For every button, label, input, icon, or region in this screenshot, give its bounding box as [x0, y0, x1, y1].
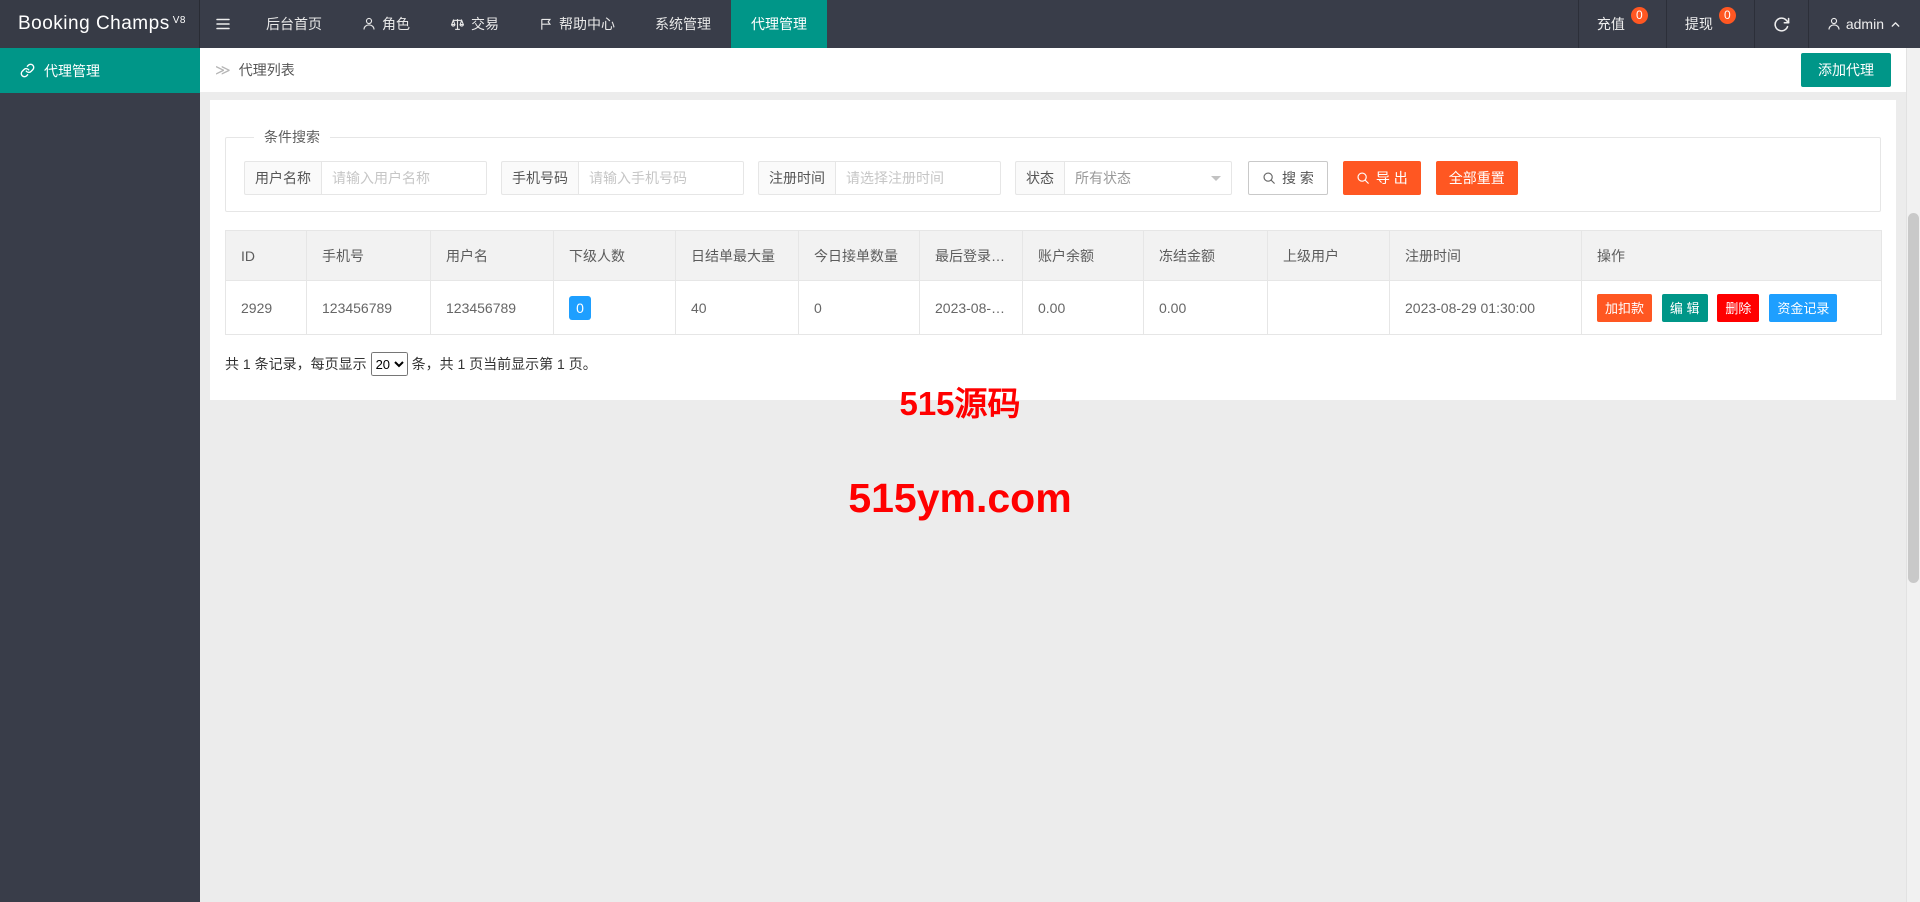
- delete-button[interactable]: 删除: [1717, 293, 1760, 322]
- phone-label: 手机号码: [501, 161, 578, 195]
- search-panel: 条件搜索 用户名称 手机号码 注册时间 状态 所有状态: [225, 127, 1881, 212]
- register-time-label: 注册时间: [758, 161, 835, 195]
- export-button[interactable]: 导 出: [1342, 161, 1421, 195]
- cell-balance: 0.00: [1022, 280, 1144, 335]
- col-header-subordinates: 下级人数: [553, 230, 676, 281]
- username-input[interactable]: [321, 161, 487, 195]
- breadcrumb-current: 代理列表: [238, 62, 295, 78]
- nav-item-roles[interactable]: 角色: [342, 0, 430, 48]
- main-content: ≫ 代理列表 添加代理 条件搜索 用户名称 手机号码 注册时间: [200, 48, 1906, 902]
- col-header-last-login: 最后登录时...: [919, 230, 1023, 281]
- user-icon: [362, 17, 376, 31]
- username-input-group: 用户名称: [244, 161, 487, 195]
- register-time-input-group: 注册时间: [758, 161, 1001, 195]
- cell-daily-order-max: 40: [675, 280, 799, 335]
- cell-username: 123456789: [430, 280, 554, 335]
- cell-today-orders: 0: [798, 280, 920, 335]
- adjust-funds-button[interactable]: 加扣款: [1597, 293, 1653, 322]
- nav-item-system-management[interactable]: 系统管理: [635, 0, 731, 48]
- refresh-button[interactable]: [1753, 0, 1808, 48]
- status-label: 状态: [1015, 161, 1064, 195]
- col-header-daily-order-max: 日结单最大量: [675, 230, 799, 281]
- select-caret-icon: [1211, 176, 1221, 186]
- scales-icon: [450, 17, 465, 32]
- search-icon: [1262, 171, 1276, 185]
- cell-actions: 加扣款 编 辑 删除 资金记录: [1581, 280, 1882, 335]
- status-select[interactable]: 所有状态: [1064, 161, 1232, 195]
- table-header-row: ID 手机号 用户名 下级人数 日结单最大量 今日接单数量 最后登录时... 账…: [225, 230, 1882, 281]
- sidebar: 代理管理: [0, 48, 200, 902]
- app-logo-version: V8: [172, 14, 186, 26]
- col-header-username: 用户名: [430, 230, 554, 281]
- add-agent-button[interactable]: 添加代理: [1801, 53, 1891, 87]
- col-header-actions: 操作: [1581, 230, 1882, 281]
- main-menu: 后台首页 角色 交易 帮助中心 系统管理 代理管理: [246, 0, 827, 48]
- nav-item-dashboard[interactable]: 后台首页: [246, 0, 342, 48]
- fund-records-button[interactable]: 资金记录: [1769, 293, 1838, 322]
- top-navbar: Booking Champs V8 后台首页 角色 交易 帮助中心 系统管理 代…: [0, 0, 1920, 48]
- nav-item-agent-management[interactable]: 代理管理: [731, 0, 827, 48]
- refresh-icon: [1773, 16, 1790, 33]
- recharge-menu-item[interactable]: 充值 0: [1577, 0, 1666, 48]
- flag-icon: [539, 17, 553, 31]
- content-card: 条件搜索 用户名称 手机号码 注册时间 状态 所有状态: [210, 100, 1896, 400]
- cell-register-time: 2023-08-29 01:30:00: [1389, 280, 1582, 335]
- col-header-parent-user: 上级用户: [1267, 230, 1390, 281]
- scrollbar-thumb[interactable]: [1908, 213, 1919, 583]
- pagination: 共 1 条记录，每页显示 20 条，共 1 页当前显示第 1 页。: [225, 352, 1881, 376]
- search-icon: [1356, 171, 1370, 185]
- vertical-scrollbar[interactable]: [1906, 48, 1920, 902]
- agents-table: ID 手机号 用户名 下级人数 日结单最大量 今日接单数量 最后登录时... 账…: [225, 230, 1882, 335]
- table-row: 2929 123456789 123456789 0 40 0 2023-08-…: [225, 280, 1882, 335]
- col-header-phone: 手机号: [306, 230, 431, 281]
- cell-parent-user: [1267, 280, 1390, 335]
- sidebar-item-label: 代理管理: [44, 62, 100, 79]
- search-panel-legend: 条件搜索: [264, 129, 320, 145]
- reset-all-button[interactable]: 全部重置: [1435, 161, 1518, 195]
- chevron-up-icon: [1889, 18, 1902, 31]
- subordinate-count-badge[interactable]: 0: [569, 295, 591, 320]
- sidebar-item-agent-management[interactable]: 代理管理: [0, 48, 200, 93]
- phone-input[interactable]: [578, 161, 744, 195]
- col-header-register-time: 注册时间: [1389, 230, 1582, 281]
- page-size-select[interactable]: 20: [370, 352, 408, 376]
- username-label: 用户名称: [244, 161, 321, 195]
- navbar-right: 充值 0 提现 0 admin: [1577, 0, 1920, 48]
- edit-button[interactable]: 编 辑: [1661, 293, 1708, 322]
- col-header-frozen-amount: 冻结金额: [1143, 230, 1268, 281]
- col-header-balance: 账户余额: [1022, 230, 1144, 281]
- withdraw-menu-item[interactable]: 提现 0: [1665, 0, 1754, 48]
- col-header-today-orders: 今日接单数量: [798, 230, 920, 281]
- phone-input-group: 手机号码: [501, 161, 744, 195]
- app-logo-text: Booking Champs: [18, 13, 170, 34]
- user-icon: [1827, 17, 1841, 31]
- status-select-group: 状态 所有状态: [1015, 161, 1232, 195]
- cell-last-login: 2023-08-2...: [919, 280, 1023, 335]
- nav-item-help-center[interactable]: 帮助中心: [519, 0, 635, 48]
- col-header-id: ID: [225, 230, 307, 281]
- menu-toggle-icon[interactable]: [200, 0, 246, 48]
- cell-frozen-amount: 0.00: [1143, 280, 1268, 335]
- recharge-badge: 0: [1630, 6, 1648, 24]
- status-select-value: 所有状态: [1075, 170, 1131, 186]
- breadcrumb-separator-icon: ≫: [215, 62, 231, 79]
- search-button[interactable]: 搜 索: [1248, 161, 1328, 195]
- username-label: admin: [1845, 16, 1884, 32]
- breadcrumb-bar: ≫ 代理列表 添加代理: [200, 48, 1906, 92]
- search-form-row: 用户名称 手机号码 注册时间 状态 所有状态: [244, 161, 1862, 195]
- pagination-prefix: 共 1 条记录，每页显示: [225, 356, 367, 372]
- user-menu[interactable]: admin: [1807, 0, 1920, 48]
- app-logo: Booking Champs V8: [0, 0, 200, 48]
- cell-subordinates: 0: [553, 280, 676, 335]
- nav-item-transactions[interactable]: 交易: [430, 0, 519, 48]
- pagination-suffix: 条，共 1 页当前显示第 1 页。: [411, 356, 597, 372]
- cell-phone: 123456789: [306, 280, 431, 335]
- cell-id: 2929: [225, 280, 307, 335]
- register-time-input[interactable]: [835, 161, 1001, 195]
- withdraw-badge: 0: [1718, 6, 1736, 24]
- link-icon: [20, 63, 35, 78]
